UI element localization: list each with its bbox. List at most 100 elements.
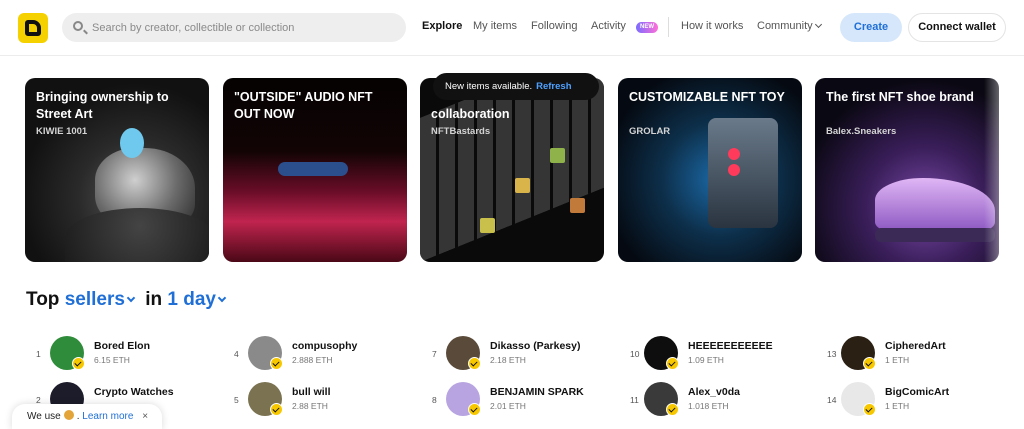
search-input[interactable] bbox=[92, 18, 392, 38]
create-button[interactable]: Create bbox=[840, 13, 902, 42]
sellers-label: sellers bbox=[64, 289, 125, 310]
verified-icon bbox=[270, 403, 283, 416]
sculpture-rock bbox=[65, 208, 209, 262]
featured-card-shoe-brand[interactable]: The first NFT shoe brand Balex.Sneakers bbox=[815, 78, 999, 262]
seller-eth: 1 ETH bbox=[885, 355, 910, 365]
chevron-down-icon bbox=[814, 20, 822, 29]
seller-rank: 1 bbox=[36, 349, 41, 359]
seller-eth: 1.018 ETH bbox=[688, 401, 729, 411]
nav-following[interactable]: Following bbox=[531, 20, 577, 32]
card-creator: GROLAR bbox=[629, 126, 671, 137]
seller-name: Crypto Watches bbox=[94, 386, 174, 398]
rarible-logo[interactable] bbox=[18, 13, 48, 43]
learn-more-link[interactable]: Learn more bbox=[82, 411, 133, 422]
seller-item[interactable]: 8 BENJAMIN SPARK 2.01 ETH bbox=[432, 382, 622, 418]
period-dropdown[interactable]: 1 day bbox=[167, 289, 227, 310]
featured-card-collaboration[interactable]: collaboration NFTBastards bbox=[420, 78, 604, 262]
shoe-artwork bbox=[875, 178, 995, 233]
card-title: collaboration bbox=[431, 107, 510, 121]
nav-my-items[interactable]: My items bbox=[473, 20, 517, 32]
seller-rank: 7 bbox=[432, 349, 437, 359]
seller-name: Dikasso (Parkesy) bbox=[490, 340, 581, 352]
seller-item[interactable]: 1 Bored Elon 6.15 ETH bbox=[36, 336, 226, 372]
card-title: The first NFT shoe brand bbox=[826, 90, 974, 104]
sellers-dropdown[interactable]: sellers bbox=[64, 289, 136, 310]
card-title: CUSTOMIZABLE NFT TOY bbox=[629, 90, 785, 104]
chevron-down-icon bbox=[126, 293, 136, 303]
seller-eth: 1.09 ETH bbox=[688, 355, 724, 365]
card-creator: KIWIE 1001 bbox=[36, 126, 88, 137]
seller-rank: 8 bbox=[432, 395, 437, 405]
card-creator: NFTBastards bbox=[431, 126, 491, 137]
mosaic-tile bbox=[570, 198, 585, 213]
mosaic-tile bbox=[550, 148, 565, 163]
verified-icon bbox=[270, 357, 283, 370]
heading-in: in bbox=[145, 289, 163, 310]
seller-name: Bored Elon bbox=[94, 340, 151, 352]
seller-rank: 11 bbox=[630, 395, 639, 405]
seller-rank: 5 bbox=[234, 395, 239, 405]
featured-card-street-art[interactable]: Bringing ownership to Street Art KIWIE 1… bbox=[25, 78, 209, 262]
cookie-icon bbox=[63, 410, 74, 420]
chevron-down-icon bbox=[217, 293, 227, 303]
robot-artwork bbox=[708, 118, 778, 228]
seller-item[interactable]: 7 Dikasso (Parkesy) 2.18 ETH bbox=[432, 336, 622, 372]
shoe-sole bbox=[875, 228, 995, 242]
seller-eth: 2.01 ETH bbox=[490, 401, 526, 411]
sculpture-horn bbox=[120, 128, 144, 158]
verified-icon bbox=[468, 357, 481, 370]
seller-rank: 10 bbox=[630, 349, 640, 359]
card-creator: Balex.Sneakers bbox=[826, 126, 897, 137]
cookie-text: We use bbox=[27, 411, 61, 422]
card-title: "OUTSIDE" AUDIO NFT OUT NOW bbox=[234, 90, 373, 121]
seller-name: CipheredArt bbox=[885, 340, 946, 352]
robot-eye-icon bbox=[728, 148, 740, 160]
card-title: Bringing ownership to Street Art bbox=[36, 90, 169, 121]
carousel-fade bbox=[984, 62, 1024, 272]
seller-rank: 14 bbox=[827, 395, 837, 405]
seller-eth: 6.15 ETH bbox=[94, 355, 130, 365]
seller-eth: 2.18 ETH bbox=[490, 355, 526, 365]
seller-eth: 2.88 ETH bbox=[292, 401, 328, 411]
nav-explore[interactable]: Explore bbox=[422, 20, 462, 32]
seller-name: BigComicArt bbox=[885, 386, 950, 398]
seller-name: HEEEEEEEEEEE bbox=[688, 340, 773, 352]
verified-icon bbox=[72, 357, 85, 370]
nav-community-label: Community bbox=[757, 20, 813, 32]
nav-how-it-works[interactable]: How it works bbox=[681, 20, 743, 32]
verified-icon bbox=[666, 403, 679, 416]
search-icon bbox=[73, 21, 83, 31]
seller-item[interactable]: 10 HEEEEEEEEEEE 1.09 ETH bbox=[630, 336, 820, 372]
featured-card-audio-nft[interactable]: "OUTSIDE" AUDIO NFT OUT NOW bbox=[223, 78, 407, 262]
seller-item[interactable]: 4 compusophy 2.888 ETH bbox=[234, 336, 424, 372]
verified-icon bbox=[863, 403, 876, 416]
nav-activity[interactable]: Activity bbox=[591, 20, 626, 32]
search-bar[interactable] bbox=[62, 13, 406, 42]
seller-name: compusophy bbox=[292, 340, 358, 352]
refresh-link[interactable]: Refresh bbox=[536, 81, 571, 92]
period-label: 1 day bbox=[167, 289, 216, 310]
close-icon[interactable]: × bbox=[142, 411, 148, 422]
connect-wallet-button[interactable]: Connect wallet bbox=[908, 13, 1006, 42]
seller-rank: 4 bbox=[234, 349, 239, 359]
seller-eth: 1 ETH bbox=[885, 401, 910, 411]
seller-rank: 13 bbox=[827, 349, 837, 359]
verified-icon bbox=[863, 357, 876, 370]
seller-name: Alex_v0da bbox=[688, 386, 740, 398]
featured-card-nft-toy[interactable]: CUSTOMIZABLE NFT TOY GROLAR bbox=[618, 78, 802, 262]
seller-item[interactable]: 5 bull will 2.88 ETH bbox=[234, 382, 424, 418]
cookie-banner: We use. Learn more × bbox=[12, 404, 162, 429]
cookie-dot: . bbox=[76, 411, 80, 422]
mosaic-tile bbox=[480, 218, 495, 233]
seller-name: bull will bbox=[292, 386, 331, 398]
nav-community[interactable]: Community bbox=[757, 20, 822, 32]
seller-name: BENJAMIN SPARK bbox=[490, 386, 584, 398]
nav-divider bbox=[668, 17, 669, 37]
seller-item[interactable]: 14 BigComicArt 1 ETH bbox=[827, 382, 1017, 418]
verified-icon bbox=[666, 357, 679, 370]
toast-text: New items available. bbox=[445, 81, 533, 92]
seller-item[interactable]: 11 Alex_v0da 1.018 ETH bbox=[630, 382, 820, 418]
car-artwork bbox=[278, 162, 348, 176]
seller-eth: 2.888 ETH bbox=[292, 355, 333, 365]
seller-item[interactable]: 13 CipheredArt 1 ETH bbox=[827, 336, 1017, 372]
